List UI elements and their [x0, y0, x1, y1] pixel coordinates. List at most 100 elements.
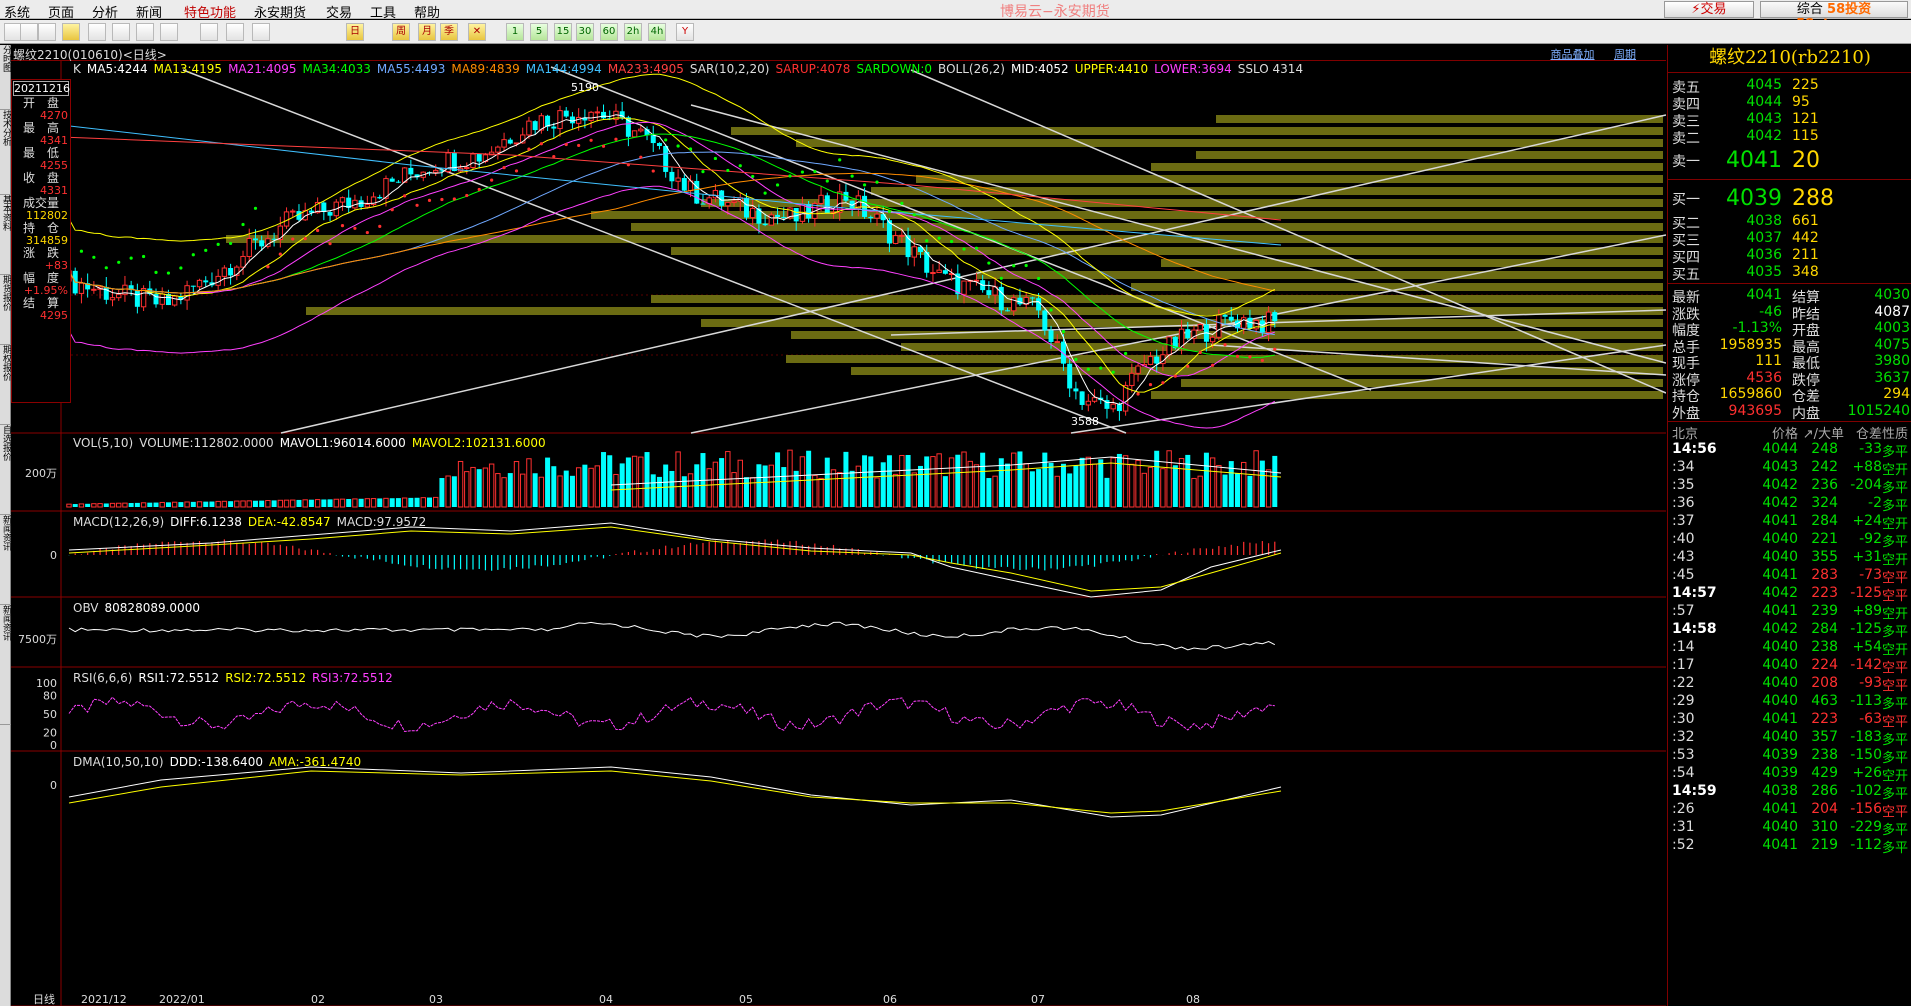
- overlay-link[interactable]: 商品叠加: [1551, 48, 1595, 61]
- ask-row[interactable]: 卖一 4041 20: [1668, 148, 1911, 173]
- volume-bar: [973, 464, 980, 508]
- volume-bar: [551, 466, 557, 507]
- volume-bar: [644, 452, 650, 507]
- sar-dot: [141, 254, 146, 259]
- volume-bar: [116, 502, 122, 508]
- left-tab-5[interactable]: 自选报价: [0, 425, 11, 515]
- sar-dot: [154, 270, 158, 274]
- candle-body: [694, 180, 700, 204]
- sar-dot: [1148, 382, 1153, 387]
- period-15-icon[interactable]: 1: [506, 23, 524, 41]
- period-1-icon[interactable]: 季: [440, 23, 458, 41]
- period-5-icon[interactable]: ✕: [468, 23, 486, 41]
- volume-bar: [1272, 455, 1278, 507]
- left-tab-4[interactable]: 期权报价: [0, 345, 11, 425]
- obv-tick: 7500万: [18, 633, 57, 646]
- legend-item: OBV: [73, 601, 99, 615]
- period-30-icon[interactable]: 5: [530, 23, 548, 41]
- left-tab-3[interactable]: 期货报价: [0, 275, 11, 345]
- sar-dot: [1124, 351, 1128, 356]
- period-link[interactable]: 周期: [1614, 48, 1636, 61]
- weekly-icon[interactable]: 周: [392, 23, 410, 41]
- candle-body: [1247, 317, 1253, 329]
- volume-bar: [967, 460, 973, 508]
- menu-yongan[interactable]: 永安期货: [254, 2, 306, 21]
- ask-row[interactable]: 卖二 4042 115: [1668, 128, 1911, 148]
- ruler-icon[interactable]: [252, 23, 270, 41]
- left-tab-1[interactable]: 技术分析: [0, 110, 11, 195]
- menu-tools[interactable]: 工具: [370, 2, 396, 21]
- forward-icon[interactable]: [38, 23, 56, 41]
- volume-bar: [1209, 457, 1216, 508]
- date-tick: 2021/12: [81, 993, 127, 1006]
- left-tab-0[interactable]: 分时图: [0, 45, 11, 110]
- volume-bar: [464, 471, 470, 508]
- sar-dot: [117, 260, 121, 264]
- tick-price: 4044: [1762, 441, 1798, 457]
- tick-header-vol: ↗/大单: [1802, 427, 1844, 442]
- tick-oi-change: -102: [1850, 783, 1882, 799]
- calc-icon[interactable]: 4h: [648, 23, 666, 41]
- monthly-icon[interactable]: 月: [418, 23, 436, 41]
- menu-features[interactable]: 特色功能: [184, 2, 236, 21]
- zoom-out-icon[interactable]: [136, 23, 154, 41]
- sar-dot: [788, 174, 792, 178]
- period-y-icon[interactable]: 2h: [624, 23, 642, 41]
- left-tab-6[interactable]: 新闻资讯: [0, 515, 11, 605]
- period-4h-icon[interactable]: 60: [600, 23, 618, 41]
- candle-body: [1048, 330, 1054, 342]
- sar-dot: [378, 224, 382, 228]
- tick-row: :52 4041 219 -112 多平: [1668, 837, 1911, 859]
- tick-price: 4042: [1762, 621, 1798, 637]
- pin-icon[interactable]: [200, 23, 218, 41]
- sar-dot: [266, 265, 270, 269]
- search-icon[interactable]: [160, 23, 178, 41]
- menu-help[interactable]: 帮助: [414, 2, 440, 21]
- tick-oi-change: -92: [1859, 531, 1882, 547]
- menu-system[interactable]: 系统: [4, 2, 30, 21]
- left-tab-7[interactable]: 新闻资讯: [0, 605, 11, 725]
- candle-body: [78, 282, 85, 294]
- period-60-icon[interactable]: 15: [554, 23, 572, 41]
- candle-body: [719, 190, 725, 206]
- macd-legend: MACD(12,26,9) DIFF:6.1238 DEA:-42.8547 MACD…: [73, 515, 432, 529]
- zoom-in-icon[interactable]: [112, 23, 130, 41]
- period-2h-icon[interactable]: 30: [576, 23, 594, 41]
- menu-trade[interactable]: 交易: [326, 2, 352, 21]
- bid-row[interactable]: 买一 4039 288: [1668, 186, 1911, 211]
- volume-bar: [911, 472, 917, 508]
- book-icon[interactable]: [62, 23, 80, 41]
- legend-item: MACD:97.9572: [336, 515, 427, 529]
- volume-bar: [482, 467, 489, 508]
- tick-price: 4041: [1762, 837, 1798, 853]
- volume-bar: [1060, 463, 1066, 507]
- volume-bar: [1234, 473, 1240, 507]
- volume-bar: [1042, 452, 1048, 507]
- volume-bar: [862, 455, 868, 507]
- menu-page[interactable]: 页面: [48, 2, 74, 21]
- site-button[interactable]: 综合 58投资58etz.com: [1760, 1, 1908, 32]
- chart-area[interactable]: 4200390051903588200万07500万10080502000日线2…: [11, 45, 1666, 1006]
- draw-icon[interactable]: [226, 23, 244, 41]
- ask-price: 4041: [1726, 148, 1782, 173]
- menu-analysis[interactable]: 分析: [92, 2, 118, 21]
- menu-news[interactable]: 新闻: [136, 2, 162, 21]
- toolbar-button-23[interactable]: Y: [676, 23, 694, 41]
- volume-bar: [532, 473, 538, 507]
- tick-oi-change: -150: [1850, 747, 1882, 763]
- left-tab-2[interactable]: 基本资料: [0, 195, 11, 275]
- list-icon[interactable]: [88, 23, 106, 41]
- ask-volume: 20: [1792, 148, 1820, 173]
- volume-bar: [1104, 477, 1110, 507]
- trade-button[interactable]: ⚡交易: [1664, 1, 1754, 18]
- sar-dot: [241, 222, 245, 227]
- back-icon[interactable]: [20, 23, 38, 41]
- volume-bar: [271, 500, 277, 507]
- daily-icon[interactable]: 日: [346, 23, 364, 41]
- volume-bar: [1110, 457, 1116, 508]
- volume-bar: [631, 455, 638, 508]
- stat-key: 外盘: [1672, 405, 1700, 422]
- ask-name: 卖一: [1672, 154, 1700, 170]
- volume-bar: [1011, 452, 1017, 508]
- bid-row[interactable]: 买五 4035 348: [1668, 264, 1911, 284]
